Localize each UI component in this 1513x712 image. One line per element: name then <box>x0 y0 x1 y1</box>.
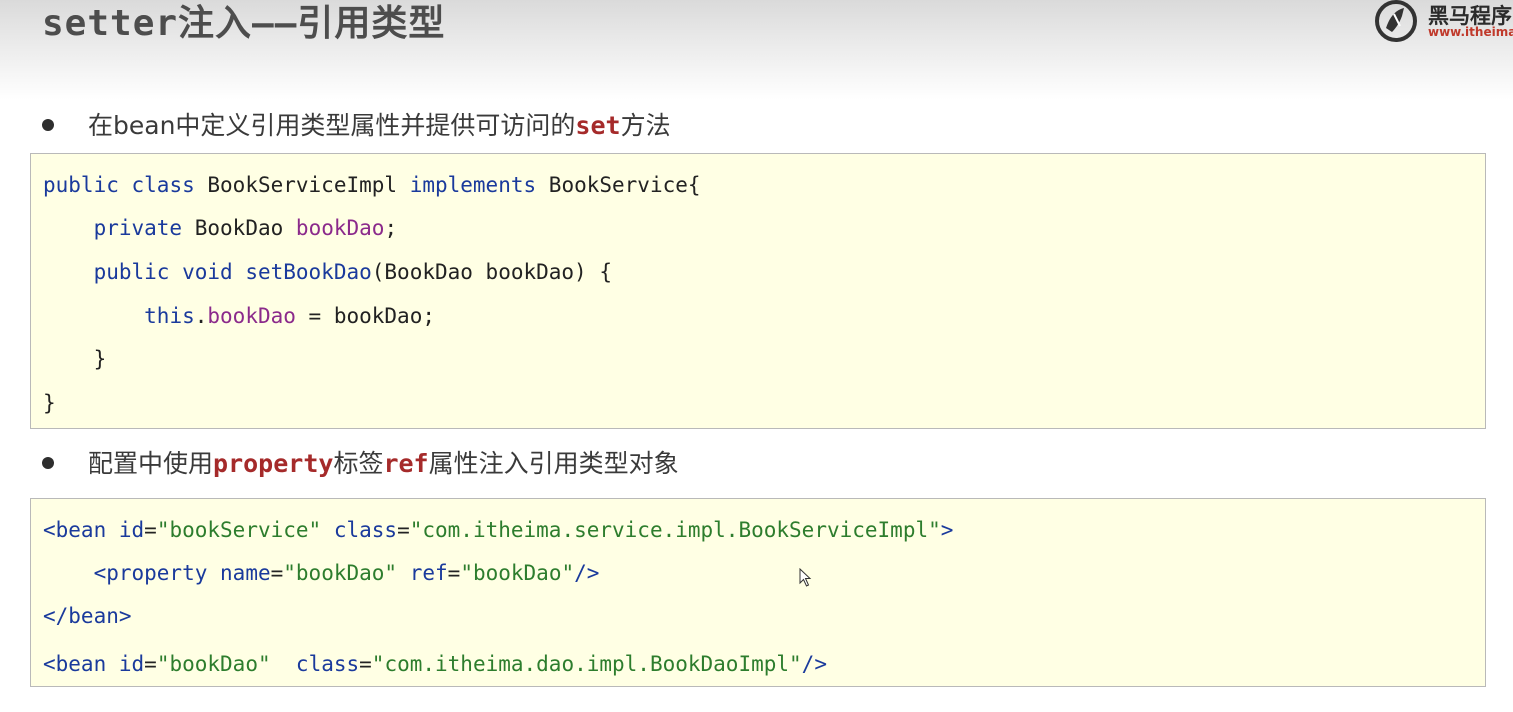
xml-value: "bookService" <box>156 518 322 542</box>
code-line: } <box>43 344 107 374</box>
bullet-dot-icon <box>42 119 54 131</box>
bullet-keyword: property <box>213 449 334 478</box>
bullet-dot-icon <box>42 457 54 469</box>
bullet-text: 标签 <box>333 449 384 478</box>
bullet-item: 在bean中定义引用类型属性并提供可访问的set方法 <box>42 110 671 142</box>
code-line: private BookDao bookDao; <box>43 213 398 243</box>
code-field: bookDao <box>207 304 296 328</box>
code-field: bookDao <box>295 216 385 240</box>
code-line: <bean id="bookDao" class="com.itheima.da… <box>43 652 827 676</box>
code-keyword: class <box>131 173 195 197</box>
code-line: public void setBookDao(BookDao bookDao) … <box>43 257 612 287</box>
bullet-item: 配置中使用property标签ref属性注入引用类型对象 <box>42 448 679 480</box>
xml-value: "com.itheima.service.impl.BookServiceImp… <box>409 518 941 542</box>
mouse-cursor-icon <box>799 568 812 587</box>
xml-tag: /> <box>574 561 600 585</box>
code-line: } <box>43 388 56 418</box>
code-brace: } <box>93 347 107 371</box>
xml-tag: <property <box>93 561 208 585</box>
xml-tag: /> <box>801 652 827 676</box>
bullet-text: 在bean中定义引用类型属性并提供可访问的 <box>88 111 576 140</box>
code-method: setBookDao <box>245 260 372 284</box>
horse-logo-icon <box>1375 0 1417 42</box>
code-line: </bean> <box>43 601 132 631</box>
code-line: <bean id="bookService" class="com.itheim… <box>43 518 954 542</box>
bullet-text: 配置中使用 <box>88 449 214 478</box>
code-keyword: public <box>43 173 119 197</box>
java-code-block: public class BookServiceImpl implements … <box>30 153 1486 429</box>
xml-attr: class <box>295 652 360 676</box>
xml-value: "com.itheima.dao.impl.BookDaoImpl" <box>371 652 802 676</box>
code-punct: . <box>194 304 208 328</box>
code-interface: BookService{ <box>548 173 701 197</box>
xml-attr: class <box>333 518 398 542</box>
xml-tag: <bean <box>43 652 107 676</box>
slide-title: setter注入——引用类型 <box>42 3 446 44</box>
xml-value: "bookDao" <box>156 652 271 676</box>
xml-attr: id <box>118 518 145 542</box>
xml-value: "bookDao" <box>460 561 575 585</box>
code-keyword: implements <box>409 173 537 197</box>
logo-url: www.itheima.c <box>1428 25 1513 39</box>
code-type: BookDao <box>194 216 284 240</box>
brand-logo: 黑马程序 www.itheima.c <box>1370 0 1513 44</box>
code-line: public class BookServiceImpl implements … <box>43 170 701 200</box>
code-brace: } <box>43 391 56 415</box>
xml-tag: > <box>940 518 954 542</box>
code-keyword: public <box>93 260 170 284</box>
xml-attr: id <box>118 652 145 676</box>
code-punct: ; <box>384 216 398 240</box>
xml-code-block: <bean id="bookService" class="com.itheim… <box>30 498 1486 687</box>
code-class-name: BookServiceImpl <box>207 173 398 197</box>
bullet-keyword: ref <box>383 449 429 478</box>
bullet-keyword: set <box>575 111 621 140</box>
bullet-text: 属性注入引用类型对象 <box>428 449 679 478</box>
bullet-text: 方法 <box>620 111 671 140</box>
xml-attr: ref <box>409 561 448 585</box>
code-params: (BookDao bookDao) { <box>371 260 612 284</box>
xml-attr: name <box>220 561 271 585</box>
code-line: <property name="bookDao" ref="bookDao"/> <box>93 561 600 585</box>
code-keyword: private <box>93 216 183 240</box>
xml-tag: <bean <box>43 518 107 542</box>
xml-value: "bookDao" <box>283 561 398 585</box>
code-keyword: void <box>182 260 233 284</box>
xml-tag: </bean> <box>43 604 132 628</box>
code-line: this.bookDao = bookDao; <box>43 301 435 331</box>
code-statement: = bookDao; <box>295 304 435 328</box>
code-keyword: this <box>144 304 195 328</box>
